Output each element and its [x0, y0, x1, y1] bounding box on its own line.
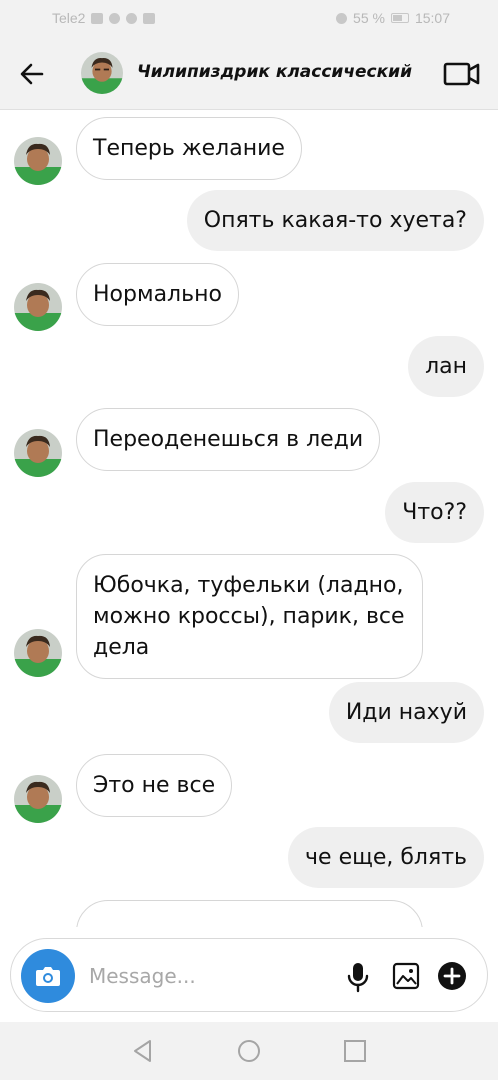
nav-back-button[interactable]	[130, 1038, 156, 1064]
arrow-left-icon	[20, 63, 44, 85]
incoming-message[interactable]: Нормально	[76, 263, 239, 326]
incoming-message[interactable]: Это не все	[76, 754, 233, 817]
sender-avatar[interactable]	[14, 429, 62, 477]
contact-avatar[interactable]	[81, 52, 123, 94]
wifi-icon	[109, 12, 121, 24]
plus-circle-icon	[438, 962, 466, 990]
composer-area	[0, 927, 498, 1022]
outgoing-message[interactable]: че еще, блять	[288, 827, 484, 888]
gallery-button[interactable]	[391, 961, 421, 991]
signal-icon	[91, 12, 104, 24]
image-status-icon	[143, 12, 156, 24]
incoming-message-partial[interactable]	[76, 900, 423, 927]
incoming-message[interactable]: Теперь желание	[76, 117, 302, 180]
message-composer	[10, 938, 488, 1012]
mute-icon	[336, 12, 348, 24]
square-recents-icon	[344, 1040, 366, 1062]
outgoing-message[interactable]: Опять какая-то хуета?	[186, 190, 484, 251]
chat-header: Чилипиздрик классический	[0, 38, 498, 110]
status-bar: Tele2 55 % 15:07	[0, 0, 498, 38]
system-nav-bar	[0, 1022, 498, 1080]
contact-name[interactable]: Чилипиздрик классический	[137, 62, 412, 82]
message-input[interactable]	[89, 961, 329, 991]
carrier-label: Tele2	[52, 10, 86, 26]
avatar-image	[14, 137, 62, 185]
more-options-button[interactable]	[437, 961, 467, 991]
avatar-image	[14, 283, 62, 331]
voice-message-button[interactable]	[345, 961, 371, 993]
incoming-message[interactable]: Переоденешься в леди	[76, 408, 381, 471]
nav-home-button[interactable]	[236, 1038, 262, 1064]
sender-avatar[interactable]	[14, 629, 62, 677]
avatar-image	[81, 52, 123, 94]
battery-icon	[390, 13, 409, 23]
avatar-image	[14, 629, 62, 677]
gallery-icon	[392, 962, 420, 990]
outgoing-message[interactable]: Что??	[385, 482, 484, 543]
triangle-back-icon	[134, 1040, 151, 1062]
message-list[interactable]: Теперь желание Опять какая-то хуета? Нор…	[0, 111, 498, 927]
circle-home-icon	[238, 1040, 260, 1062]
sender-avatar[interactable]	[14, 137, 62, 185]
sender-avatar[interactable]	[14, 775, 62, 823]
incoming-message[interactable]: Юбочка, туфельки (ладно, можно кроссы), …	[76, 554, 423, 679]
battery-percent: 55 %	[353, 10, 385, 26]
avatar-image	[14, 429, 62, 477]
outgoing-message[interactable]: лан	[408, 336, 484, 397]
back-button[interactable]	[16, 58, 48, 90]
camera-icon	[36, 967, 60, 986]
video-camera-icon	[443, 62, 480, 86]
outgoing-message[interactable]: Иди нахуй	[328, 682, 484, 743]
sender-avatar[interactable]	[14, 283, 62, 331]
avatar-image	[14, 775, 62, 823]
status-right: 55 % 15:07	[336, 10, 450, 26]
status-left: Tele2	[52, 10, 156, 26]
camera-button[interactable]	[21, 949, 75, 1003]
search-status-icon	[126, 12, 138, 24]
video-call-button[interactable]	[442, 58, 482, 90]
microphone-icon	[347, 963, 369, 993]
status-time: 15:07	[414, 10, 450, 26]
nav-recents-button[interactable]	[342, 1038, 368, 1064]
